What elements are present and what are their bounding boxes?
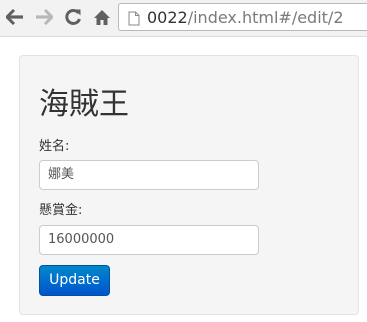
- home-button[interactable]: [92, 7, 112, 27]
- reload-icon: [64, 8, 82, 26]
- forward-button[interactable]: [34, 7, 54, 27]
- url-text: 0022/index.html#/edit/2: [147, 8, 344, 28]
- url-path: /index.html#/edit/2: [187, 8, 344, 27]
- url-host: 0022: [147, 8, 188, 27]
- name-label: 姓名:: [39, 139, 70, 154]
- address-bar[interactable]: 0022/index.html#/edit/2: [118, 3, 367, 31]
- back-arrow-icon: [6, 9, 24, 25]
- browser-toolbar: 0022/index.html#/edit/2: [0, 0, 367, 37]
- back-button[interactable]: [5, 7, 25, 27]
- forward-arrow-icon: [35, 9, 53, 25]
- bounty-label: 懸賞金:: [39, 203, 83, 218]
- bounty-field[interactable]: 16000000: [39, 225, 259, 255]
- edit-form-panel: 海賊王 姓名: 娜美 懸賞金: 16000000 Update: [19, 55, 359, 315]
- name-field[interactable]: 娜美: [39, 160, 259, 190]
- update-button[interactable]: Update: [39, 265, 110, 296]
- page-title: 海賊王: [39, 87, 129, 122]
- page-icon: [128, 11, 140, 30]
- reload-button[interactable]: [63, 7, 83, 27]
- home-icon: [93, 9, 111, 26]
